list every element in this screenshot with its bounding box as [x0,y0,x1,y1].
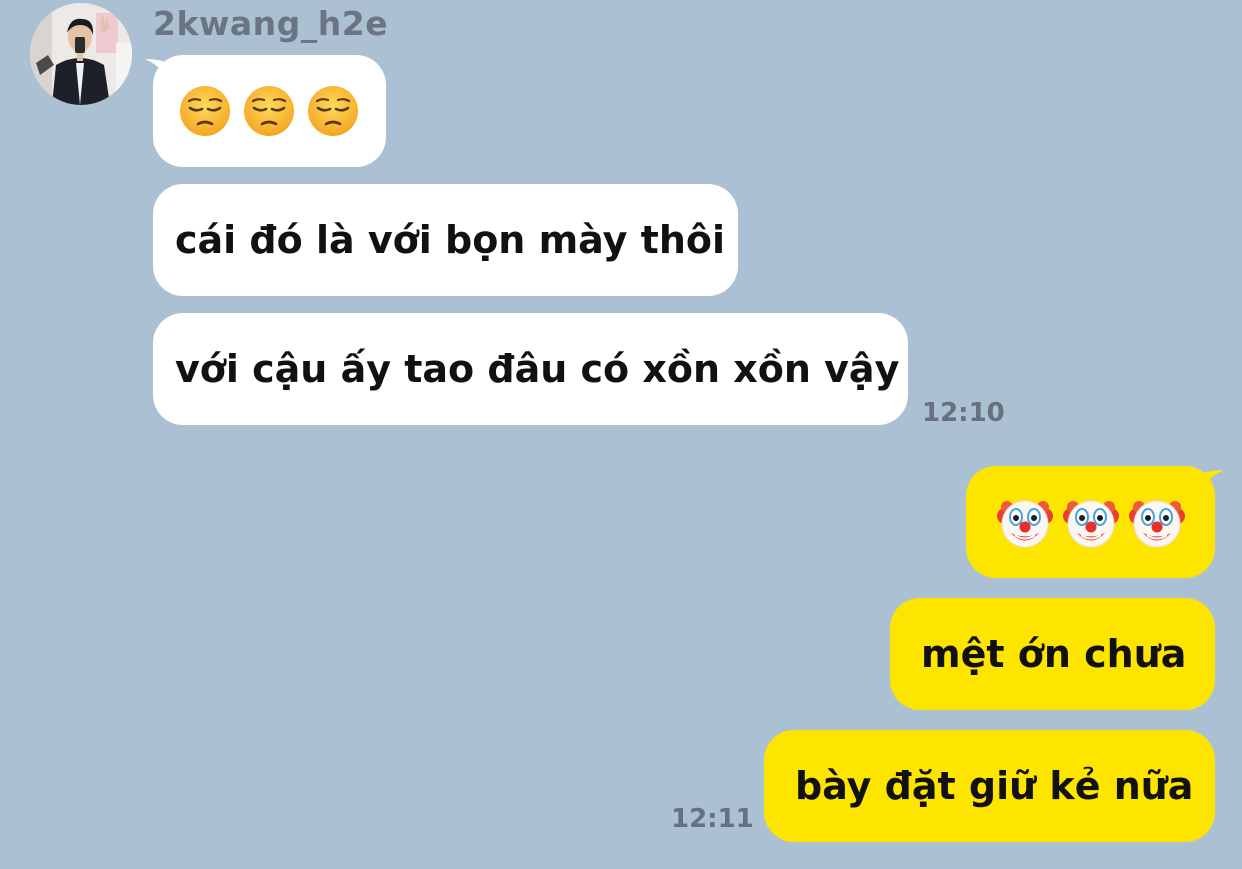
chat-room: 2kwang_h2e cái đó là với bọn mày thôi vớ… [0,0,1242,869]
incoming-message-bubble[interactable]: với cậu ấy tao đâu có xồn xồn vậy [153,313,908,425]
outgoing-message-bubble[interactable]: bày đặt giữ kẻ nữa [764,730,1215,842]
message-text: với cậu ấy tao đâu có xồn xồn vậy [175,347,900,391]
avatar-photo [30,3,132,105]
clown-emoji-row [997,494,1185,550]
pensive-face-icon [308,86,358,136]
message-timestamp: 12:11 [671,804,754,834]
message-text: cái đó là với bọn mày thôi [175,218,725,262]
outgoing-message-bubble[interactable] [966,466,1215,578]
sender-avatar[interactable] [30,3,132,105]
message-timestamp: 12:10 [922,398,1005,428]
incoming-message-bubble[interactable] [153,55,386,167]
pensive-face-icon [180,86,230,136]
clown-face-icon [1063,500,1119,548]
pensive-face-icon [244,86,294,136]
incoming-message-bubble[interactable]: cái đó là với bọn mày thôi [153,184,738,296]
outgoing-message-bubble[interactable]: mệt ớn chưa [890,598,1215,710]
message-text: bày đặt giữ kẻ nữa [795,764,1194,808]
message-text: mệt ớn chưa [921,632,1187,676]
clown-face-icon [997,500,1053,548]
clown-face-icon [1129,500,1185,548]
pensive-emoji-row [178,84,360,138]
sender-name: 2kwang_h2e [153,4,389,43]
